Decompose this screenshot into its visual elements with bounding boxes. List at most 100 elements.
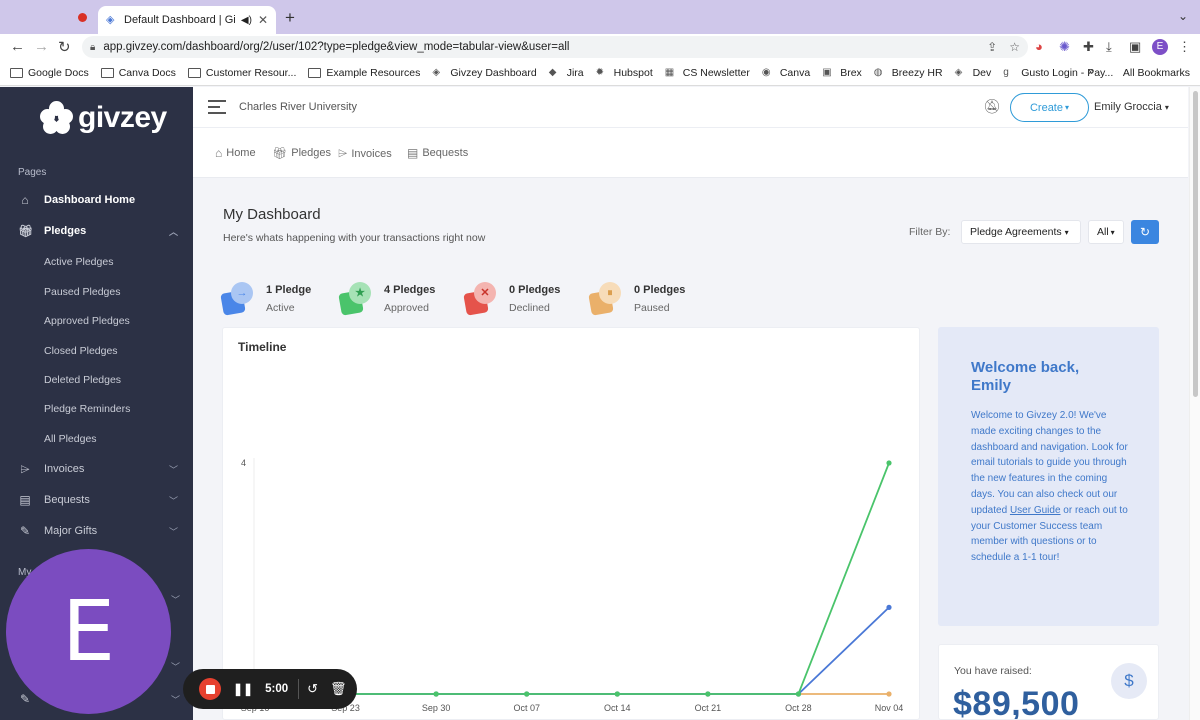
x-tick-label: Nov 04: [875, 703, 904, 713]
restart-icon[interactable]: ↺: [307, 681, 318, 697]
sidebar-subitem-deleted-pledges[interactable]: Deleted Pledges: [44, 374, 121, 386]
givzey-logo[interactable]: givzey: [40, 101, 167, 135]
givzey-icon: ◈: [954, 66, 963, 78]
bookmark-label: Brex: [840, 66, 862, 79]
stat-approved[interactable]: ★ 4 Pledges Approved: [338, 282, 435, 316]
breadcrumb-pledges[interactable]: 🎁︎ Pledges: [272, 146, 331, 160]
all-bookmarks-button[interactable]: All Bookmarks: [1105, 67, 1190, 79]
bookmark-item[interactable]: ▣ Brex: [822, 67, 862, 79]
bookmark-item[interactable]: ◉ Canva: [762, 67, 810, 79]
extension-gear-icon[interactable]: ✺: [1059, 39, 1070, 55]
tag-icon: ⌲: [338, 146, 348, 160]
profile-avatar[interactable]: E: [1152, 39, 1168, 55]
user-guide-link[interactable]: User Guide: [1010, 505, 1061, 516]
bookmark-label: Givzey Dashboard: [450, 66, 537, 79]
chevron-down-icon[interactable]: ﹀: [169, 463, 178, 476]
back-icon[interactable]: ←: [10, 38, 25, 55]
more-bookmarks-icon[interactable]: »: [1088, 66, 1094, 78]
browser-menu-icon[interactable]: ⋮: [1178, 39, 1191, 55]
breadcrumb-home[interactable]: ⌂ Home: [215, 146, 256, 160]
refresh-button[interactable]: ↻: [1131, 220, 1159, 244]
sidebar-subitem-closed-pledges[interactable]: Closed Pledges: [44, 345, 118, 357]
bookmark-star-icon[interactable]: ☆: [1009, 40, 1020, 54]
page-scrollbar[interactable]: [1189, 87, 1200, 720]
chevron-down-icon[interactable]: ﹀: [169, 525, 178, 538]
series-point: [433, 691, 439, 697]
share-icon[interactable]: ⇪: [987, 40, 997, 54]
notifications-off-icon[interactable]: 🔕︎: [983, 98, 1001, 115]
bookmark-label: Jira: [566, 66, 584, 79]
bookmark-item[interactable]: ✹ Hubspot: [596, 67, 653, 79]
givzey-icon: ◈: [432, 66, 441, 78]
sidebar-item-pledges[interactable]: 🎁︎ Pledges ︿: [18, 222, 178, 240]
bookmark-label: Gusto Login - Pay...: [1021, 66, 1114, 79]
extensions-puzzle-icon[interactable]: ✚: [1083, 39, 1094, 55]
lock-icon[interactable]: 🔒︎: [90, 42, 95, 53]
sidebar-item-bequests[interactable]: ▤ Bequests ﹀: [18, 491, 178, 509]
sidebar-item-invoices[interactable]: ⌲ Invoices ﹀: [18, 460, 178, 478]
sidebar-subitem-all-pledges[interactable]: All Pledges: [44, 433, 97, 445]
logo-wordmark: givzey: [78, 101, 167, 134]
bookmark-item[interactable]: g Gusto Login - Pay...: [1003, 67, 1113, 79]
sidebar-subitem-approved-pledges[interactable]: Approved Pledges: [44, 315, 130, 327]
sidebar-toggle-icon[interactable]: ▣: [1129, 39, 1141, 55]
new-tab-icon[interactable]: +: [285, 8, 295, 28]
download-icon[interactable]: ⤓: [1106, 39, 1112, 55]
filter-scope-select[interactable]: All ▾: [1088, 220, 1124, 244]
bookmark-item[interactable]: ◆ Jira: [549, 67, 584, 79]
bookmark-item[interactable]: ◈ Dev: [955, 67, 992, 79]
user-menu[interactable]: Emily Groccia ▾: [1094, 101, 1169, 113]
canva-icon: ◉: [761, 66, 771, 78]
sidebar-subitem-active-pledges[interactable]: Active Pledges: [44, 256, 113, 268]
feather-icon: ✎: [19, 524, 31, 538]
browser-tab[interactable]: ◈ Default Dashboard | Givzey ◀) ✕: [98, 6, 276, 34]
stop-recording-button[interactable]: [199, 678, 221, 700]
edit-icon: ✎: [19, 692, 31, 706]
breadcrumb-bequests[interactable]: ▤ Bequests: [407, 146, 468, 160]
reload-icon[interactable]: ↻: [58, 38, 71, 56]
timeline-card: Timeline 4Sep 16Sep 23Sep 30Oct 07Oct 14…: [222, 327, 920, 720]
brex-icon: ▣: [822, 66, 832, 78]
sidebar-subitem-pledge-reminders[interactable]: Pledge Reminders: [44, 403, 130, 415]
chevron-down-icon[interactable]: ﹀: [169, 494, 178, 507]
bookmark-label: Canva: [779, 66, 811, 79]
welcome-card: Welcome back, Emily Welcome to Givzey 2.…: [938, 327, 1159, 626]
stat-paused[interactable]: ⏸︎ 0 Pledges Paused: [588, 282, 685, 316]
stop-icon: [205, 684, 215, 694]
sidebar-item-major-gifts[interactable]: ✎ Major Gifts ﹀: [18, 522, 178, 540]
stat-declined[interactable]: ✕ 0 Pledges Declined: [463, 282, 561, 316]
bookmark-item[interactable]: ◍ Breezy HR: [874, 67, 943, 79]
hamburger-menu-icon[interactable]: [208, 100, 226, 118]
tab-search-chevron-icon[interactable]: ⌄: [1178, 9, 1188, 23]
filter-type-select[interactable]: Pledge Agreements ▾: [961, 220, 1081, 244]
jira-icon: ◆: [548, 66, 557, 78]
bookmark-item[interactable]: Customer Resour...: [187, 67, 296, 79]
gusto-icon: g: [1003, 66, 1009, 78]
bookmark-item[interactable]: Canva Docs: [100, 67, 176, 79]
sidebar-subitem-paused-pledges[interactable]: Paused Pledges: [44, 286, 120, 298]
color-extension-icon[interactable]: ◕: [1035, 39, 1043, 54]
stat-label: Active: [266, 302, 295, 314]
sidebar-item-dashboard-home[interactable]: ⌂ Dashboard Home: [18, 191, 178, 209]
forward-icon[interactable]: →: [34, 38, 49, 55]
stat-count: 0 Pledges: [509, 284, 561, 296]
bookmark-item[interactable]: ◈ Givzey Dashboard: [432, 67, 536, 79]
stat-active[interactable]: → 1 Pledge Active: [220, 282, 311, 316]
create-button[interactable]: Create ▾: [1010, 93, 1089, 122]
bookmark-item[interactable]: Example Resources: [308, 67, 420, 79]
speaker-icon[interactable]: ◀): [241, 15, 252, 26]
breadcrumb-invoices[interactable]: ⌲ Invoices: [338, 146, 392, 161]
url-bar[interactable]: 🔒︎ app.givzey.com/dashboard/org/2/user/1…: [82, 36, 1028, 58]
bookmark-item[interactable]: Google Docs: [10, 67, 89, 79]
pause-icon[interactable]: ❚❚: [233, 682, 253, 696]
close-tab-icon[interactable]: ✕: [258, 13, 268, 27]
scrollbar-thumb[interactable]: [1193, 91, 1198, 397]
bookmark-item[interactable]: ▦ CS Newsletter: [665, 67, 750, 79]
series-line-0: [255, 462, 890, 695]
stat-label: Approved: [384, 302, 429, 314]
top-bar: Charles River University 🔕︎ Create ▾ Emi…: [193, 87, 1188, 128]
chevron-up-icon[interactable]: ︿: [169, 225, 178, 238]
filter-scope-value: All: [1097, 226, 1109, 238]
trash-icon[interactable]: 🗑︎: [330, 681, 347, 697]
x-tick-label: Oct 28: [785, 703, 812, 713]
